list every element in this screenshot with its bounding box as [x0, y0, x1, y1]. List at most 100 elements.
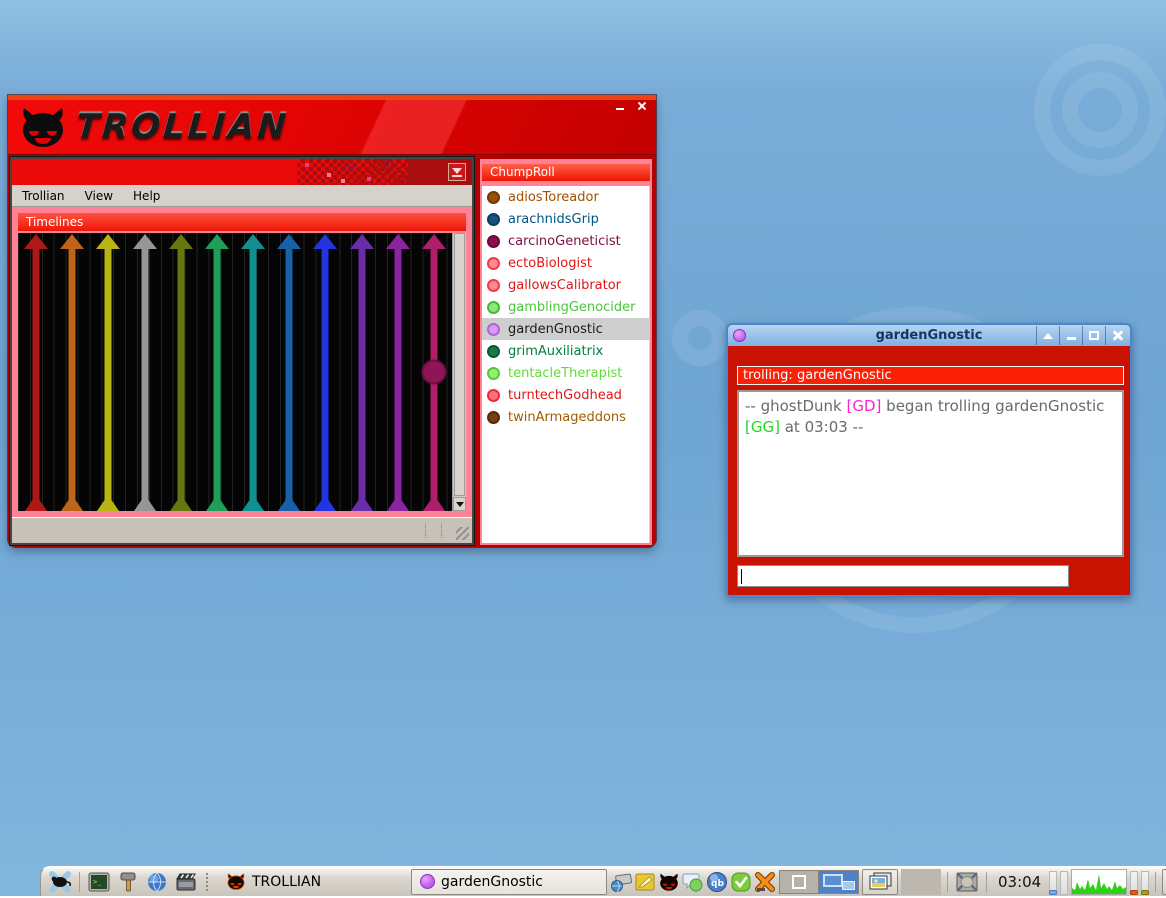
terminal-icon[interactable]: >_: [86, 869, 112, 895]
message-input[interactable]: [737, 565, 1069, 587]
chumproll-header: ChumpRoll: [482, 164, 650, 181]
network-monitor-graph[interactable]: [1071, 869, 1127, 895]
resize-grip[interactable]: [456, 527, 469, 540]
chum-handle: arachnidsGrip: [508, 212, 599, 227]
maximize-icon[interactable]: [1082, 326, 1105, 345]
panel-spacer: [901, 869, 941, 895]
chumproll-item-gardenGnostic[interactable]: gardenGnostic: [482, 318, 649, 340]
chumproll-item-gamblingGenocider[interactable]: gamblingGenocider: [482, 296, 649, 318]
mdi-titlebar[interactable]: [12, 159, 472, 185]
notes-pad-icon[interactable]: [634, 871, 656, 893]
web-globe-icon[interactable]: [144, 869, 170, 895]
gauge-bar: [1049, 871, 1057, 895]
gauge-bar: [1060, 871, 1068, 895]
close-icon[interactable]: [636, 101, 648, 112]
media-clapperboard-icon[interactable]: [173, 869, 199, 895]
chumproll-item-tentacleTherapist[interactable]: tentacleTherapist: [482, 362, 649, 384]
chumproll-panel: ChumpRoll adiosToreador arachnidsGrip carc…: [480, 159, 652, 545]
scrollbar-thumb[interactable]: [454, 233, 465, 496]
trollian-devil-icon: [18, 104, 68, 150]
orange-x-icon[interactable]: [754, 871, 776, 893]
tools-hammer-icon[interactable]: [115, 869, 141, 895]
screen-display-icon[interactable]: [954, 869, 980, 895]
svg-text:qb: qb: [711, 879, 724, 889]
chum-handle: twinArmageddons: [508, 410, 626, 425]
titlebar-pixel-dissolve: [297, 159, 407, 185]
chumproll-item-grimAuxiliatrix[interactable]: grimAuxiliatrix: [482, 340, 649, 362]
scroll-down-icon[interactable]: [453, 497, 466, 511]
menu-help[interactable]: Help: [123, 186, 170, 206]
menu-trollian[interactable]: Trollian: [12, 186, 75, 206]
chumproll-item-gallowsCalibrator[interactable]: gallowsCalibrator: [482, 274, 649, 296]
clock[interactable]: 03:04: [993, 873, 1046, 891]
taskbar-separator: [947, 872, 948, 892]
chumproll-item-twinArmageddons[interactable]: twinArmageddons: [482, 406, 649, 428]
gg-handle-tag: [GG]: [745, 418, 780, 436]
timeline-12: [416, 233, 452, 511]
workspace-2-active[interactable]: [819, 871, 858, 893]
menu-view[interactable]: View: [75, 186, 123, 206]
status-dot: [487, 257, 500, 270]
chumproll-item-adiosToreador[interactable]: adiosToreador: [482, 186, 649, 208]
rollup-icon[interactable]: [1036, 326, 1059, 345]
taskbar-separator: [79, 872, 80, 892]
panel-grip[interactable]: [206, 873, 211, 891]
check-status-icon[interactable]: [730, 871, 752, 893]
status-dot: [487, 389, 500, 402]
task-label: TROLLIAN: [252, 874, 321, 890]
statusbar: [12, 517, 472, 543]
taskbar-task-trollian[interactable]: TROLLIAN: [218, 869, 408, 895]
logout-button[interactable]: [1162, 869, 1166, 895]
keyboard-layout-icon[interactable]: [610, 871, 632, 893]
chumproll-item-turntechGodhead[interactable]: turntechGodhead: [482, 384, 649, 406]
minimize-icon[interactable]: [614, 101, 626, 112]
minimize-icon[interactable]: [1059, 326, 1082, 345]
xfce-menu-icon[interactable]: [47, 869, 73, 895]
volume-gauges[interactable]: [1049, 869, 1068, 895]
chum-handle: turntechGodhead: [508, 388, 622, 403]
timeline-10: [344, 233, 380, 511]
status-dot: [487, 345, 500, 358]
chat-bubbles-icon[interactable]: [682, 871, 704, 893]
chumproll-item-ectoBiologist[interactable]: ectoBiologist: [482, 252, 649, 274]
qb-torrent-icon[interactable]: qb: [706, 871, 728, 893]
sensor-gauges[interactable]: [1130, 869, 1149, 895]
close-icon[interactable]: [1105, 326, 1128, 345]
chumproll-item-carcinoGeneticist[interactable]: carcinoGeneticist: [482, 230, 649, 252]
timeline-node[interactable]: [421, 360, 446, 385]
timeline-4: [127, 233, 163, 511]
chat-log[interactable]: -- ghostDunk [GD] began trolling gardenG…: [737, 390, 1124, 557]
timeline-8: [271, 233, 307, 511]
chum-handle: carcinoGeneticist: [508, 234, 621, 249]
timeline-11: [380, 233, 416, 511]
taskbar-task-gardengnostic[interactable]: gardenGnostic: [411, 869, 607, 895]
trollian-tray-icon[interactable]: [658, 871, 680, 893]
workspace-pager: [779, 870, 859, 894]
timeline-5: [163, 233, 199, 511]
gauge-bar: [1141, 871, 1149, 895]
text-caret: [741, 569, 742, 584]
trollian-window: TROLLIAN TrollianViewHelp Timelines: [8, 95, 656, 547]
gd-handle-tag: [GD]: [847, 397, 882, 415]
menubar: TrollianViewHelp: [12, 185, 472, 207]
shade-window-icon[interactable]: [448, 163, 466, 181]
screenshot-button[interactable]: [862, 869, 898, 895]
status-dot: [487, 191, 500, 204]
purple-orb-icon: [420, 874, 435, 889]
timeline-canvas: [18, 233, 452, 511]
timelines-header: Timelines: [18, 213, 466, 231]
trollian-task-icon: [226, 872, 246, 891]
status-dot: [487, 323, 500, 336]
workspace-1[interactable]: [780, 871, 819, 893]
chat-titlebar[interactable]: gardenGnostic: [728, 325, 1130, 346]
trolling-status-bar: trolling: gardenGnostic: [737, 366, 1124, 385]
taskbar-separator: [986, 872, 987, 892]
chum-handle: ectoBiologist: [508, 256, 592, 271]
chumproll-item-arachnidsGrip[interactable]: arachnidsGrip: [482, 208, 649, 230]
statusbar-separator: [441, 523, 442, 538]
chum-handle: grimAuxiliatrix: [508, 344, 603, 359]
timeline-scrollbar[interactable]: [452, 233, 466, 511]
status-dot: [487, 235, 500, 248]
status-dot: [487, 213, 500, 226]
timeline-9: [307, 233, 343, 511]
